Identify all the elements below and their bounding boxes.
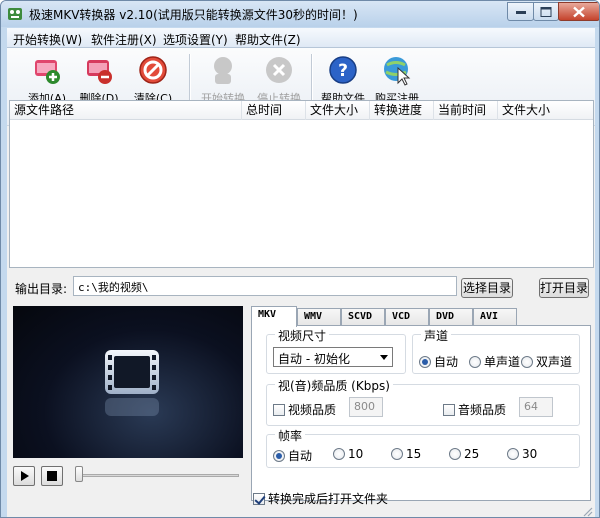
minimize-icon xyxy=(515,10,526,14)
menu-options[interactable]: 选项设置(Y) xyxy=(163,31,228,48)
audio-channel-group: 声道 自动 单声道 双声道 xyxy=(412,327,580,374)
checkbox-indicator xyxy=(253,493,265,505)
video-quality-input[interactable]: 800 xyxy=(349,397,383,417)
radio-indicator xyxy=(469,356,481,368)
video-preview xyxy=(13,306,243,458)
video-size-group: 视频尺寸 自动 - 初始化 xyxy=(266,327,406,374)
channel-auto-label: 自动 xyxy=(434,355,459,369)
menu-register[interactable]: 软件注册(X) xyxy=(91,31,157,48)
fps-15-radio[interactable]: 15 xyxy=(391,447,421,461)
column-total-time[interactable]: 总时间 xyxy=(242,101,306,120)
radio-indicator xyxy=(273,450,285,462)
channel-auto-radio[interactable]: 自动 xyxy=(419,353,458,370)
globe-cursor-icon xyxy=(384,57,411,86)
channel-stereo-label: 双声道 xyxy=(536,355,573,369)
radio-indicator xyxy=(419,356,431,368)
video-size-value: 自动 - 初始化 xyxy=(278,352,350,366)
fps-25-label: 25 xyxy=(464,447,480,461)
output-dir-label: 输出目录: xyxy=(15,282,68,296)
video-size-title: 视频尺寸 xyxy=(275,327,330,344)
channel-mono-radio[interactable]: 单声道 xyxy=(469,353,520,370)
stop-icon xyxy=(47,471,57,481)
checkbox-indicator xyxy=(273,404,285,416)
quality-group: 视(音)频品质 (Kbps) 视频品质 800 音频品质 64 xyxy=(266,377,580,426)
minimize-button[interactable] xyxy=(507,2,534,21)
app-window: 极速MKV转换器 v2.10(试用版只能转换源文件30秒的时间！) 开始转换(W… xyxy=(0,0,600,518)
menu-bar: 开始转换(W) 软件注册(X) 选项设置(Y) 帮助文件(Z) xyxy=(7,28,595,48)
client-area: 开始转换(W) 软件注册(X) 选项设置(Y) 帮助文件(Z) 添加(A) 删除… xyxy=(7,28,595,517)
window-title: 极速MKV转换器 v2.10(试用版只能转换源文件30秒的时间！) xyxy=(29,8,358,22)
open-folder-after-label: 转换完成后打开文件夹 xyxy=(268,492,389,506)
title-bar[interactable]: 极速MKV转换器 v2.10(试用版只能转换源文件30秒的时间！) xyxy=(1,1,599,27)
video-quality-label: 视频品质 xyxy=(288,403,337,417)
video-size-select[interactable]: 自动 - 初始化 xyxy=(273,347,393,367)
output-dir-field[interactable]: c:\我的视频\ xyxy=(73,276,457,296)
chevron-down-icon xyxy=(380,355,388,360)
maximize-icon xyxy=(540,6,552,17)
choose-dir-button[interactable]: 选择目录 xyxy=(461,278,513,298)
stop-convert-icon xyxy=(266,57,292,83)
radio-indicator xyxy=(449,448,461,460)
column-file-size[interactable]: 文件大小 xyxy=(306,101,370,120)
start-convert-icon xyxy=(214,57,232,84)
channel-stereo-radio[interactable]: 双声道 xyxy=(521,353,572,370)
play-button[interactable] xyxy=(13,466,35,486)
format-tabs: MKV WMV SCVD VCD DVD AVI xyxy=(251,306,591,327)
audio-quality-label: 音频品质 xyxy=(458,403,507,417)
column-progress[interactable]: 转换进度 xyxy=(370,101,434,120)
radio-indicator xyxy=(391,448,403,460)
tab-scvd[interactable]: SCVD xyxy=(341,308,385,326)
close-icon xyxy=(573,6,585,17)
fps-30-label: 30 xyxy=(522,447,538,461)
fps-10-radio[interactable]: 10 xyxy=(333,447,363,461)
mkv-settings-panel: 视频尺寸 自动 - 初始化 声道 自动 单声道 双声道 视(音)频品质 (Kbp… xyxy=(251,325,591,501)
audio-quality-checkbox[interactable]: 音频品质 xyxy=(443,401,506,418)
quality-title: 视(音)频品质 (Kbps) xyxy=(275,377,393,394)
column-output-size[interactable]: 文件大小 xyxy=(498,101,593,120)
maximize-button[interactable] xyxy=(533,2,559,21)
tab-wmv[interactable]: WMV xyxy=(297,308,341,326)
tab-mkv[interactable]: MKV xyxy=(251,306,297,327)
video-quality-checkbox[interactable]: 视频品质 xyxy=(273,401,336,418)
list-header: 源文件路径 总时间 文件大小 转换进度 当前时间 文件大小 xyxy=(10,101,593,120)
resize-grip-icon[interactable] xyxy=(581,505,593,517)
app-logo-icon xyxy=(8,8,22,20)
audio-quality-input[interactable]: 64 xyxy=(519,397,553,417)
menu-start-convert[interactable]: 开始转换(W) xyxy=(13,31,82,48)
fps-auto-label: 自动 xyxy=(288,449,313,463)
frame-rate-title: 帧率 xyxy=(275,427,306,444)
fps-30-radio[interactable]: 30 xyxy=(507,447,537,461)
fps-25-radio[interactable]: 25 xyxy=(449,447,479,461)
radio-indicator xyxy=(507,448,519,460)
delete-file-icon xyxy=(87,60,112,84)
menu-help[interactable]: 帮助文件(Z) xyxy=(235,31,301,48)
svg-text:?: ? xyxy=(338,61,348,81)
open-dir-button[interactable]: 打开目录 xyxy=(539,278,589,298)
tab-avi[interactable]: AVI xyxy=(473,308,517,326)
fps-10-label: 10 xyxy=(348,447,364,461)
radio-indicator xyxy=(521,356,533,368)
file-list[interactable]: 源文件路径 总时间 文件大小 转换进度 当前时间 文件大小 xyxy=(9,100,594,268)
open-folder-after-checkbox[interactable]: 转换完成后打开文件夹 xyxy=(253,490,388,507)
radio-indicator xyxy=(333,448,345,460)
tab-dvd[interactable]: DVD xyxy=(429,308,473,326)
fps-15-label: 15 xyxy=(406,447,422,461)
play-icon xyxy=(21,471,29,481)
column-current-time[interactable]: 当前时间 xyxy=(434,101,498,120)
column-source-path[interactable]: 源文件路径 xyxy=(10,101,242,120)
seek-track[interactable] xyxy=(79,474,239,477)
help-icon: ? xyxy=(329,56,357,84)
checkbox-indicator xyxy=(443,404,455,416)
close-button[interactable] xyxy=(558,2,599,21)
seek-slider[interactable] xyxy=(75,466,83,482)
fps-auto-radio[interactable]: 自动 xyxy=(273,447,312,464)
film-clapper-icon xyxy=(105,350,159,416)
add-file-icon xyxy=(35,60,60,84)
stop-button[interactable] xyxy=(41,466,63,486)
tab-vcd[interactable]: VCD xyxy=(385,308,429,326)
channel-mono-label: 单声道 xyxy=(484,355,521,369)
clear-icon xyxy=(139,56,167,84)
frame-rate-group: 帧率 自动 10 15 25 30 xyxy=(266,427,580,468)
audio-channel-title: 声道 xyxy=(421,327,452,344)
